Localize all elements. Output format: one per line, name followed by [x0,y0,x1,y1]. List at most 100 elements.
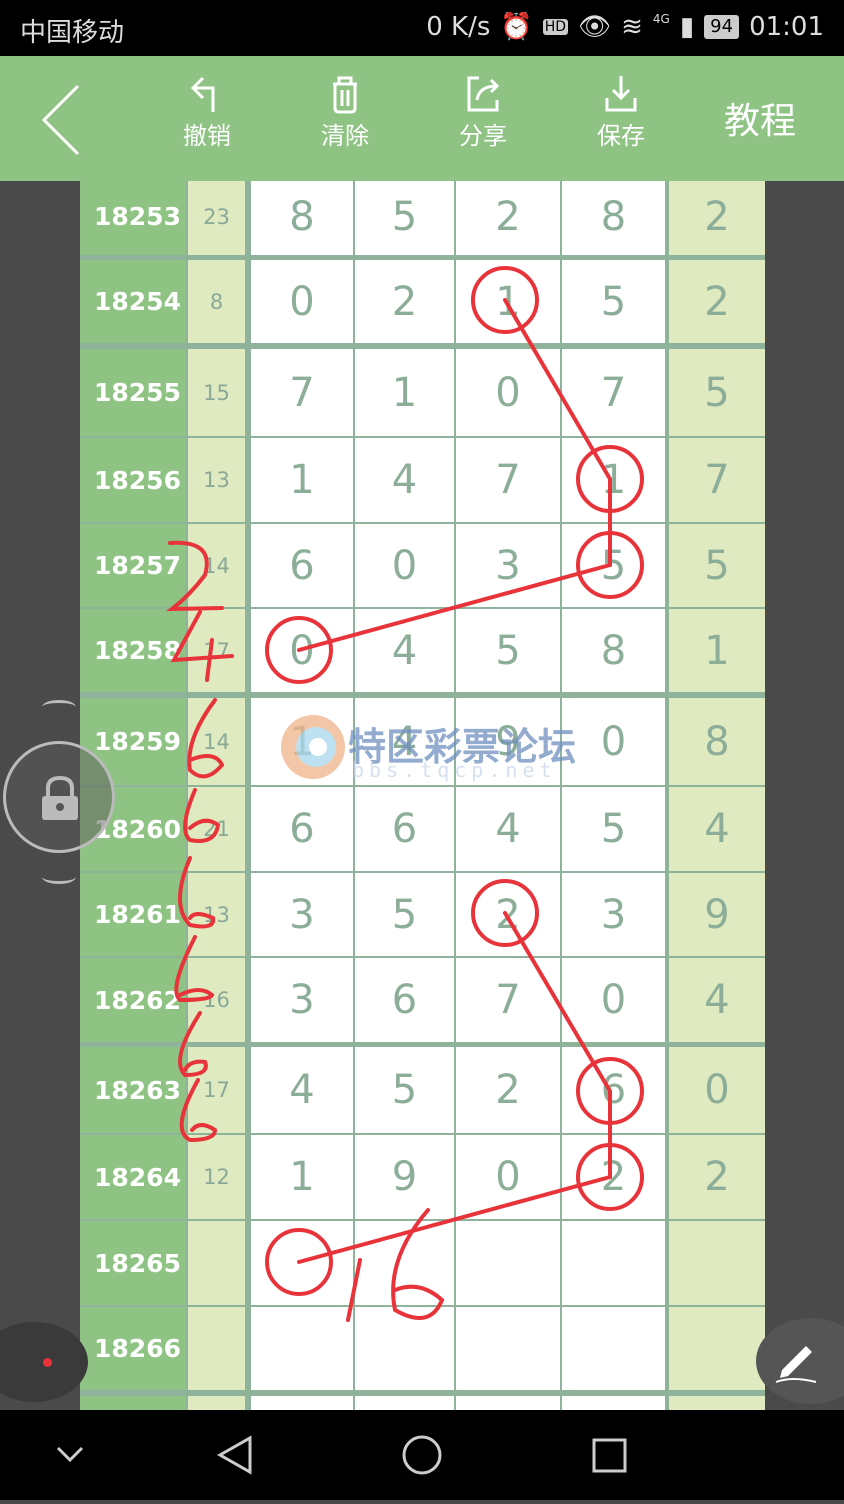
issue-cell[interactable]: 18264 [80,1135,186,1219]
digit-cell[interactable]: 6 [251,787,353,871]
digit-cell[interactable]: 3 [251,873,353,956]
digit-cell[interactable]: 2 [456,873,560,956]
sum-cell[interactable]: 13 [188,873,245,956]
issue-cell[interactable]: 18256 [80,438,186,522]
digit-cell[interactable]: 6 [355,958,454,1042]
digit-cell[interactable] [355,1307,454,1390]
issue-cell[interactable]: 18253 [80,181,186,255]
digit-cell[interactable]: 0 [251,609,353,692]
digit-cell[interactable] [562,1396,665,1410]
digit-cell[interactable]: 8 [562,181,665,255]
tail-cell[interactable]: 7 [669,438,765,522]
home-nav-icon[interactable] [402,1435,442,1475]
digit-cell[interactable] [251,1396,353,1410]
tail-cell[interactable] [669,1396,765,1410]
tail-cell[interactable]: 5 [669,524,765,607]
digit-cell[interactable]: 2 [355,260,454,343]
pen-button[interactable] [756,1318,844,1404]
lock-button[interactable] [3,741,115,853]
save-button[interactable]: 保存 [576,74,666,151]
back-nav-icon[interactable] [216,1435,252,1475]
digit-cell[interactable]: 9 [456,698,560,785]
tail-cell[interactable]: 4 [669,787,765,871]
tail-cell[interactable]: 1 [669,609,765,692]
digit-cell[interactable]: 4 [355,438,454,522]
digit-cell[interactable]: 1 [251,1135,353,1219]
digit-cell[interactable]: 1 [251,698,353,785]
sum-cell[interactable]: 16 [188,958,245,1042]
digit-cell[interactable]: 5 [562,260,665,343]
issue-cell[interactable]: 18266 [80,1307,186,1390]
digit-cell[interactable] [456,1396,560,1410]
issue-cell[interactable]: 18258 [80,609,186,692]
digit-cell[interactable]: 4 [251,1047,353,1133]
sum-cell[interactable]: 13 [188,438,245,522]
sum-cell[interactable] [188,1221,245,1305]
digit-cell[interactable]: 4 [355,698,454,785]
digit-cell[interactable] [456,1307,560,1390]
share-button[interactable]: 分享 [438,74,528,151]
digit-cell[interactable]: 4 [456,787,560,871]
issue-cell[interactable] [80,1396,186,1410]
digit-cell[interactable]: 2 [562,1135,665,1219]
issue-cell[interactable]: 18265 [80,1221,186,1305]
issue-cell[interactable]: 18262 [80,958,186,1042]
digit-cell[interactable]: 7 [251,349,353,436]
digit-cell[interactable]: 6 [355,787,454,871]
tail-cell[interactable]: 0 [669,1047,765,1133]
tail-cell[interactable] [669,1307,765,1390]
digit-cell[interactable]: 7 [456,958,560,1042]
issue-cell[interactable]: 18263 [80,1047,186,1133]
scroll-up-chevron[interactable] [42,700,76,714]
sum-cell[interactable]: 12 [188,1135,245,1219]
digit-cell[interactable]: 1 [456,260,560,343]
tail-cell[interactable]: 4 [669,958,765,1042]
digit-cell[interactable]: 3 [251,958,353,1042]
digit-cell[interactable]: 7 [456,438,560,522]
digit-cell[interactable]: 5 [355,181,454,255]
digit-cell[interactable]: 5 [562,524,665,607]
digit-cell[interactable] [355,1221,454,1305]
sum-cell[interactable]: 17 [188,1047,245,1133]
digit-cell[interactable]: 0 [251,260,353,343]
digit-cell[interactable]: 0 [355,524,454,607]
sum-cell[interactable] [188,1307,245,1390]
digit-cell[interactable]: 7 [562,349,665,436]
digit-cell[interactable]: 6 [562,1047,665,1133]
digit-cell[interactable]: 6 [251,524,353,607]
sum-cell[interactable]: 15 [188,349,245,436]
tail-cell[interactable]: 9 [669,873,765,956]
digit-cell[interactable]: 1 [251,438,353,522]
sum-cell[interactable]: 14 [188,524,245,607]
digit-cell[interactable]: 3 [456,524,560,607]
digit-cell[interactable]: 0 [562,958,665,1042]
digit-cell[interactable]: 5 [355,873,454,956]
digit-cell[interactable]: 0 [456,349,560,436]
tail-cell[interactable]: 2 [669,260,765,343]
sum-cell[interactable]: 21 [188,787,245,871]
digit-cell[interactable] [562,1307,665,1390]
tail-cell[interactable] [669,1221,765,1305]
back-button[interactable] [40,84,84,156]
digit-cell[interactable]: 1 [562,438,665,522]
digit-cell[interactable]: 8 [251,181,353,255]
digit-cell[interactable]: 8 [562,609,665,692]
issue-cell[interactable]: 18257 [80,524,186,607]
digit-cell[interactable] [456,1221,560,1305]
digit-cell[interactable]: 4 [355,609,454,692]
digit-cell[interactable] [251,1221,353,1305]
undo-button[interactable]: 撤销 [162,74,252,151]
digit-cell[interactable]: 3 [562,873,665,956]
digit-cell[interactable]: 5 [456,609,560,692]
tutorial-button[interactable]: 教程 [724,92,796,144]
digit-cell[interactable] [355,1396,454,1410]
tail-cell[interactable]: 2 [669,181,765,255]
digit-cell[interactable]: 2 [456,1047,560,1133]
sum-cell[interactable]: 14 [188,698,245,785]
digit-cell[interactable] [562,1221,665,1305]
digit-cell[interactable]: 1 [355,349,454,436]
recents-nav-icon[interactable] [592,1438,627,1473]
digit-cell[interactable]: 0 [562,698,665,785]
tail-cell[interactable]: 2 [669,1135,765,1219]
scroll-down-chevron[interactable] [42,870,76,884]
